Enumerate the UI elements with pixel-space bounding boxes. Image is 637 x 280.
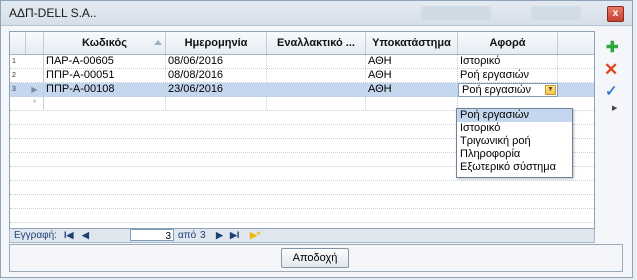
row-number: 2 xyxy=(12,72,16,79)
more-icon[interactable]: ▶ xyxy=(612,104,617,112)
cell-code[interactable]: ΠΠΡ-Α-00108 xyxy=(44,83,166,96)
previous-record-icon[interactable]: ◀ xyxy=(82,229,89,242)
combo-value: Ροή εργασιών xyxy=(462,84,531,96)
grid-header: Κωδικός Ημερομηνία Εναλλακτικό ... Υποκα… xyxy=(10,32,594,55)
cell-alternative[interactable] xyxy=(267,83,366,96)
cell-alternative[interactable] xyxy=(267,69,366,82)
column-header-branch[interactable]: Υποκατάστημα xyxy=(366,32,458,54)
column-label: Κωδικός xyxy=(82,37,127,49)
cell-branch[interactable]: ΑΘΗ xyxy=(366,83,458,96)
cell-code[interactable]: ΠΑΡ-Α-00605 xyxy=(44,55,166,68)
row-indicator xyxy=(26,55,44,68)
empty-cell[interactable] xyxy=(267,97,366,110)
about-dropdown-list[interactable]: Ροή εργασιών Ιστορικό Τριγωνική ροή Πληρ… xyxy=(456,108,573,178)
table-row[interactable]: 1 ΠΑΡ-Α-00605 08/06/2016 ΑΘΗ Ιστορικό xyxy=(10,55,594,69)
row-number: 1 xyxy=(12,58,16,65)
next-record-icon[interactable]: ▶ xyxy=(216,229,223,242)
row-number: 3 xyxy=(12,86,16,93)
column-header-about[interactable]: Αφορά xyxy=(458,32,558,54)
row-indicator xyxy=(26,69,44,82)
column-header-alternative[interactable]: Εναλλακτικό ... xyxy=(267,32,366,54)
blurred-title-element xyxy=(531,6,581,20)
cell-about[interactable]: Ιστορικό xyxy=(458,55,558,68)
first-record-icon[interactable]: I◀ xyxy=(64,229,73,242)
cell-about[interactable]: Ροή εργασιών xyxy=(458,69,558,82)
last-record-icon[interactable]: ▶I xyxy=(230,229,239,242)
blurred-title-element xyxy=(421,6,491,20)
window-title: ΑΔΠ-DELL S.A.. xyxy=(9,6,97,20)
empty-row xyxy=(10,195,594,209)
empty-cell[interactable] xyxy=(166,97,267,110)
rownum-header xyxy=(10,32,26,54)
cell-alternative[interactable] xyxy=(267,55,366,68)
dropdown-option[interactable]: Πληροφορία xyxy=(457,148,572,161)
about-combo-editor[interactable]: Ροή εργασιών ▼ xyxy=(458,83,558,97)
dropdown-option[interactable]: Ροή εργασιών xyxy=(457,109,572,122)
empty-row xyxy=(10,209,594,223)
column-header-code[interactable]: Κωδικός xyxy=(44,32,166,54)
dropdown-option[interactable]: Τριγωνική ροή xyxy=(457,135,572,148)
dropdown-option[interactable]: Ιστορικό xyxy=(457,122,572,135)
new-row-icon: * xyxy=(26,97,44,110)
cell-date[interactable]: 08/06/2016 xyxy=(166,55,267,68)
accept-button[interactable]: Αποδοχή xyxy=(281,248,349,268)
dropdown-option[interactable]: Εξωτερικό σύστημα xyxy=(457,161,572,174)
cell-date[interactable]: 08/08/2016 xyxy=(166,69,267,82)
empty-cell[interactable] xyxy=(44,97,166,110)
empty-cell[interactable] xyxy=(366,97,458,110)
close-button[interactable]: x xyxy=(607,6,624,22)
table-row[interactable]: 2 ΠΠΡ-Α-00051 08/08/2016 ΑΘΗ Ροή εργασιώ… xyxy=(10,69,594,83)
delete-icon[interactable]: ✕ xyxy=(604,60,618,80)
navigator-label: Εγγραφή: xyxy=(14,230,57,241)
record-number-input[interactable]: 3 xyxy=(130,229,174,242)
indicator-header xyxy=(26,32,44,54)
chevron-down-icon[interactable]: ▼ xyxy=(545,85,556,95)
current-row-icon: ▶ xyxy=(26,83,44,96)
cell-date[interactable]: 23/06/2016 xyxy=(166,83,267,96)
total-records: 3 xyxy=(200,230,206,241)
column-header-date[interactable]: Ημερομηνία xyxy=(166,32,267,54)
record-navigator: Εγγραφή: I◀ ◀ 3 από 3 ▶ ▶I ▶* xyxy=(9,229,595,243)
cell-branch[interactable]: ΑΘΗ xyxy=(366,69,458,82)
filler-header xyxy=(558,32,594,54)
cell-branch[interactable]: ΑΘΗ xyxy=(366,55,458,68)
side-toolbar: ✚ ✕ ✓ ▶ xyxy=(598,34,630,114)
title-bar: ΑΔΠ-DELL S.A.. x xyxy=(1,1,632,26)
of-label: από xyxy=(178,230,197,241)
cell-code[interactable]: ΠΠΡ-Α-00051 xyxy=(44,69,166,82)
check-icon[interactable]: ✓ xyxy=(605,82,618,100)
plus-icon[interactable]: ✚ xyxy=(606,38,619,56)
empty-row xyxy=(10,181,594,195)
new-record-icon[interactable]: ▶* xyxy=(250,229,260,242)
dialog-window: ΑΔΠ-DELL S.A.. x Κωδικός Ημερομηνία Εναλ… xyxy=(0,0,633,278)
footer-bar: Αποδοχή xyxy=(9,244,623,272)
sort-ascending-icon xyxy=(154,40,162,45)
